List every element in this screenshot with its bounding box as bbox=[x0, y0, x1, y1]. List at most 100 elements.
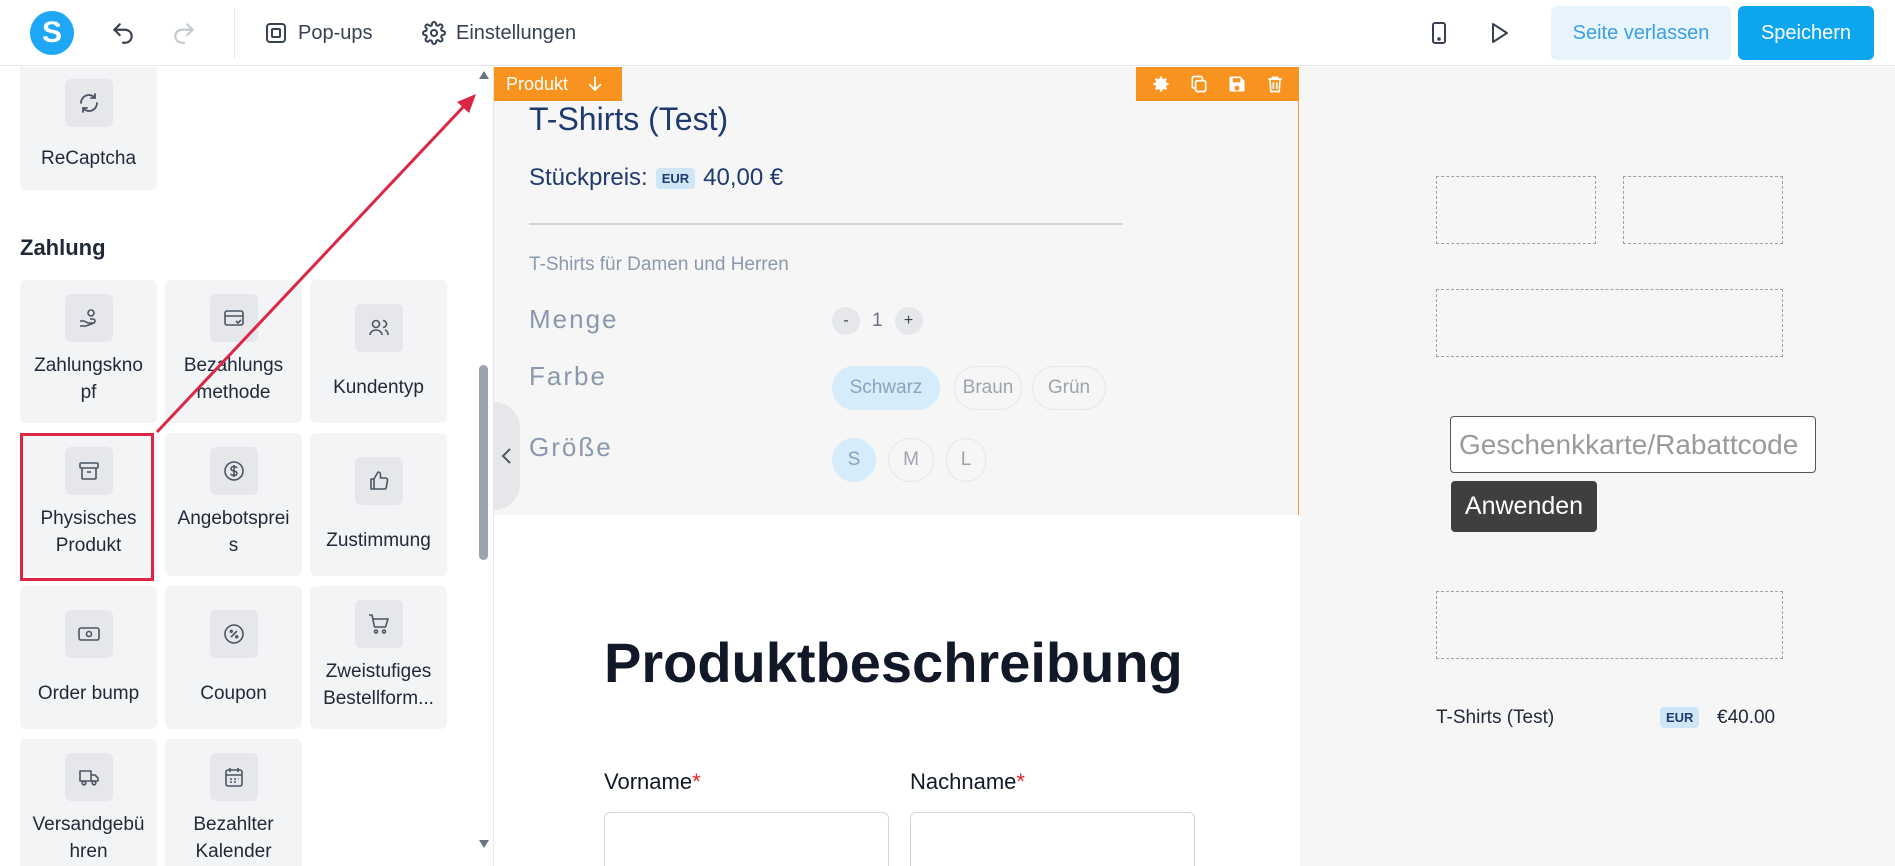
popup-icon bbox=[266, 23, 286, 43]
percent-badge-icon bbox=[209, 610, 258, 658]
mobile-preview-icon[interactable] bbox=[1423, 17, 1455, 49]
tile-label: Zahlungskno pf bbox=[34, 355, 143, 403]
scroll-up-icon bbox=[479, 71, 489, 79]
product-block[interactable]: Produkt T-Shirts (Test) Stückpreis: EUR … bbox=[494, 67, 1299, 515]
highlight-box bbox=[20, 433, 154, 581]
section-title-payment: Zahlung bbox=[20, 235, 106, 260]
app-logo[interactable]: S bbox=[30, 11, 74, 55]
redo-icon[interactable] bbox=[168, 17, 200, 49]
qty-plus-button[interactable]: + bbox=[894, 307, 923, 335]
tile-coupon[interactable]: Coupon bbox=[165, 586, 302, 729]
size-option[interactable]: M bbox=[888, 438, 934, 482]
price-value: 40,00 € bbox=[703, 164, 784, 191]
checkout-summary-panel: Geschenkkarte/Rabattcode Anwenden T-Shir… bbox=[1300, 67, 1895, 866]
qty-value: 1 bbox=[872, 310, 883, 331]
block-tag-label: Produkt bbox=[506, 73, 569, 94]
tile-payment-method[interactable]: Bezahlungs methode bbox=[165, 280, 302, 423]
gear-icon[interactable] bbox=[1151, 74, 1171, 94]
tile-shipping-fees[interactable]: Versandgebü hren bbox=[20, 739, 157, 866]
summary-item-price: €40.00 bbox=[1717, 707, 1776, 728]
color-label: Farbe bbox=[529, 361, 607, 391]
product-description-heading: Produktbeschreibung bbox=[604, 631, 1183, 694]
arrow-down-icon bbox=[588, 76, 602, 92]
copy-icon[interactable] bbox=[1189, 74, 1209, 94]
color-option[interactable]: Grün bbox=[1032, 366, 1106, 410]
price-label: Stückpreis: bbox=[529, 164, 648, 191]
first-name-text: Vorname bbox=[604, 769, 693, 794]
currency-badge: EUR bbox=[655, 167, 696, 189]
collapse-sidebar-handle[interactable] bbox=[494, 402, 520, 510]
block-toolbar bbox=[1136, 67, 1299, 101]
summary-item-name: T-Shirts (Test) bbox=[1436, 707, 1555, 728]
tile-offer-price[interactable]: Angebotsprei s bbox=[165, 433, 302, 576]
tile-recaptcha[interactable]: ReCaptcha bbox=[20, 67, 157, 190]
tile-order-bump[interactable]: Order bump bbox=[20, 586, 157, 729]
apply-coupon-button[interactable]: Anwenden bbox=[1451, 481, 1597, 532]
tile-label: Zustimmung bbox=[326, 530, 431, 551]
summary-currency-badge: EUR bbox=[1660, 707, 1700, 728]
sidebar-scroll-thumb[interactable] bbox=[479, 365, 488, 560]
tile-label: Bezahlungs methode bbox=[183, 355, 284, 403]
tile-consent[interactable]: Zustimmung bbox=[310, 433, 447, 576]
dollar-circle-icon bbox=[209, 447, 258, 495]
placeholder-slot[interactable] bbox=[1436, 289, 1783, 357]
tile-label: Versandgebü hren bbox=[32, 814, 145, 862]
toolbar-divider bbox=[234, 8, 235, 58]
banknote-icon bbox=[64, 610, 113, 658]
tile-customer-type[interactable]: Kundentyp bbox=[310, 280, 447, 423]
tile-label: Bezahlter Kalender bbox=[193, 814, 274, 862]
popups-label: Pop-ups bbox=[298, 21, 373, 44]
cart-icon bbox=[354, 600, 403, 648]
color-option[interactable]: Schwarz bbox=[832, 366, 940, 410]
users-icon bbox=[354, 304, 403, 352]
size-option[interactable]: L bbox=[946, 438, 986, 482]
save-icon[interactable] bbox=[1227, 74, 1247, 94]
tile-label: Angebotsprei s bbox=[177, 508, 290, 556]
color-option[interactable]: Braun bbox=[954, 366, 1022, 410]
tile-two-step-order-form[interactable]: Zweistufiges Bestellform... bbox=[310, 586, 447, 729]
chevron-left-icon bbox=[501, 448, 511, 464]
tile-payment-button[interactable]: Zahlungskno pf bbox=[20, 280, 157, 423]
last-name-label: Nachname* bbox=[910, 769, 1025, 795]
size-option[interactable]: S bbox=[832, 438, 876, 482]
hand-coins-icon bbox=[64, 294, 113, 342]
placeholder-slot[interactable] bbox=[1623, 176, 1783, 244]
tile-paid-calendar[interactable]: Bezahlter Kalender bbox=[165, 739, 302, 866]
element-sidebar: ReCaptcha Zahlung Zahlungskno pf Bezahlu… bbox=[0, 67, 492, 866]
quantity-stepper: - 1 + bbox=[832, 307, 923, 335]
save-button[interactable]: Speichern bbox=[1738, 6, 1874, 60]
undo-icon[interactable] bbox=[107, 17, 139, 49]
tile-label: Kundentyp bbox=[333, 377, 424, 398]
truck-icon bbox=[64, 753, 113, 801]
product-title: T-Shirts (Test) bbox=[529, 101, 729, 137]
divider bbox=[529, 223, 1123, 225]
tile-label: Coupon bbox=[200, 683, 267, 704]
settings-label: Einstellungen bbox=[456, 21, 577, 44]
trash-icon[interactable] bbox=[1265, 74, 1285, 94]
required-mark: * bbox=[692, 769, 701, 794]
gear-icon bbox=[422, 21, 446, 45]
calendar-icon bbox=[209, 753, 258, 801]
price-row: Stückpreis: EUR 40,00 € bbox=[529, 164, 783, 192]
coupon-input[interactable]: Geschenkkarte/Rabattcode bbox=[1450, 416, 1816, 473]
required-mark: * bbox=[1016, 769, 1025, 794]
first-name-input[interactable] bbox=[604, 812, 889, 866]
placeholder-slot[interactable] bbox=[1436, 591, 1783, 659]
placeholder-slot[interactable] bbox=[1436, 176, 1596, 244]
refresh-icon bbox=[64, 79, 113, 127]
play-preview-icon[interactable] bbox=[1483, 17, 1515, 49]
top-toolbar: S Pop-ups Einstellungen Seite verlassen … bbox=[0, 0, 1895, 66]
credit-card-icon bbox=[209, 294, 258, 342]
tile-label: ReCaptcha bbox=[40, 148, 137, 169]
first-name-label: Vorname* bbox=[604, 769, 701, 795]
settings-button[interactable]: Einstellungen bbox=[422, 17, 576, 49]
quantity-label: Menge bbox=[529, 304, 619, 334]
last-name-input[interactable] bbox=[910, 812, 1195, 866]
block-tag[interactable]: Produkt bbox=[494, 67, 622, 101]
thumbs-up-icon bbox=[354, 457, 403, 505]
tile-label: Order bump bbox=[37, 683, 140, 704]
popups-button[interactable]: Pop-ups bbox=[264, 17, 373, 49]
last-name-text: Nachname bbox=[910, 769, 1017, 794]
leave-page-button[interactable]: Seite verlassen bbox=[1551, 6, 1731, 60]
qty-minus-button[interactable]: - bbox=[832, 307, 860, 335]
